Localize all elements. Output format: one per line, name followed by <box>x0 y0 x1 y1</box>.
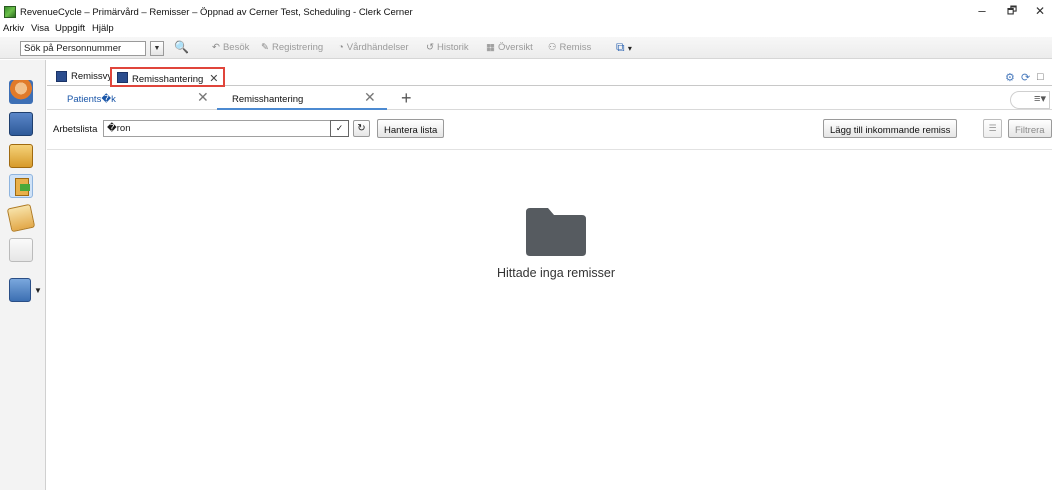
calendar-clock-icon[interactable] <box>9 112 33 136</box>
historik-button[interactable]: ↺ Historik <box>426 42 469 53</box>
tab-remissvy[interactable]: Remissvy <box>51 68 116 86</box>
window-title: RevenueCycle – Primärvård – Remisser – Ö… <box>20 7 413 18</box>
title-bar: RevenueCycle – Primärvård – Remisser – Ö… <box>0 0 1052 22</box>
document-icon[interactable] <box>9 238 33 262</box>
worklist-select[interactable]: �ron <box>103 120 349 137</box>
person-icon[interactable] <box>9 80 33 104</box>
menu-hjalp[interactable]: Hjälp <box>92 23 114 34</box>
empty-message: Hittade inga remisser <box>496 266 616 280</box>
add-incoming-referral-button[interactable]: Lägg till inkommande remiss <box>823 119 958 138</box>
close-patientsok-icon[interactable]: ✕ <box>197 89 209 106</box>
remiss-button[interactable]: ⚇ Remiss <box>548 42 591 53</box>
extra-tools-dropdown-icon[interactable]: ⧉ ▾ <box>616 40 632 55</box>
close-remisshantering-icon[interactable]: ✕ <box>364 89 376 106</box>
tab-menu-icon[interactable]: ≡▾ <box>1010 91 1050 109</box>
hantera-lista-button[interactable]: Hantera lista <box>377 119 445 138</box>
tab-remisshantering-inner[interactable]: Remisshantering <box>217 86 387 110</box>
filter-list-icon[interactable]: ☰ <box>983 119 1002 138</box>
tab-remisshantering[interactable]: Remisshantering ✕ <box>110 67 225 87</box>
empty-state: Hittade inga remisser <box>47 150 1052 490</box>
search-icon[interactable]: 🔍 <box>174 40 190 56</box>
app-icon <box>4 6 16 18</box>
referral-clipboard-icon[interactable] <box>9 174 33 198</box>
filtrera-button[interactable]: Filtrera <box>1008 119 1052 138</box>
toolbar: Sök på Personnummer ▼ 🔍 ↶ Besök ✎ Registre… <box>0 37 1052 59</box>
visit-icon: ↶ <box>212 42 220 53</box>
worklist-toolbar: Arbetslista �ron ✓ ↻ Hantera lista Lägg … <box>47 110 1052 150</box>
settings-icon[interactable]: ⚙ <box>1005 71 1015 84</box>
overview-icon: ▦ <box>486 42 495 53</box>
main-panel: Remissvy Remisshantering ✕ ⚙ ⟳ □ Patients… <box>47 60 1052 490</box>
besok-button[interactable]: ↶ Besök <box>212 42 249 53</box>
folder-icon <box>526 208 586 256</box>
worklist-label: Arbetslista <box>53 124 98 135</box>
add-tab-icon[interactable]: + <box>401 88 412 109</box>
clipboard-icon[interactable] <box>9 144 33 168</box>
building-icon[interactable] <box>9 278 31 302</box>
refresh-worklist-button[interactable]: ↻ <box>353 120 370 137</box>
vardhandelser-button[interactable]: ◔ Vårdhändelser <box>338 42 409 53</box>
oversikt-button[interactable]: ▦ Översikt <box>486 42 533 53</box>
close-button[interactable]: ✕ <box>1022 2 1052 20</box>
tab-patientsok[interactable]: Patients�k <box>67 86 207 110</box>
menu-visa[interactable]: Visa <box>31 23 49 34</box>
search-dropdown-button[interactable]: ▼ <box>150 41 164 56</box>
chevron-down-icon[interactable]: ▼ <box>34 286 42 295</box>
left-sidebar: ▼ <box>0 60 46 490</box>
users-icon: ⚇ <box>548 42 557 53</box>
registrering-button[interactable]: ✎ Registrering <box>261 42 323 53</box>
chevron-down-icon[interactable]: ✓ <box>330 120 349 137</box>
restore-icon[interactable]: □ <box>1037 71 1044 83</box>
refresh-icon[interactable]: ⟳ <box>1021 71 1030 84</box>
clock-icon: ◔ <box>338 42 344 53</box>
menu-uppgift[interactable]: Uppgift <box>55 23 85 34</box>
envelope-icon[interactable] <box>6 203 36 233</box>
history-icon: ↺ <box>426 42 434 53</box>
menu-bar: Arkiv Visa Uppgift Hjälp <box>0 22 1052 36</box>
outer-tab-bar: Remissvy Remisshantering ✕ ⚙ ⟳ □ <box>47 64 1052 87</box>
menu-arkiv[interactable]: Arkiv <box>3 23 24 34</box>
inner-tab-bar: Patients�k ✕ Remisshantering ✕ + ≡▾ <box>47 86 1052 110</box>
personnummer-search-input[interactable]: Sök på Personnummer <box>20 41 146 56</box>
remissvy-tab-icon <box>56 71 67 82</box>
close-icon[interactable]: ✕ <box>209 73 218 85</box>
pen-icon: ✎ <box>261 42 269 53</box>
remisshantering-tab-icon <box>117 72 128 83</box>
